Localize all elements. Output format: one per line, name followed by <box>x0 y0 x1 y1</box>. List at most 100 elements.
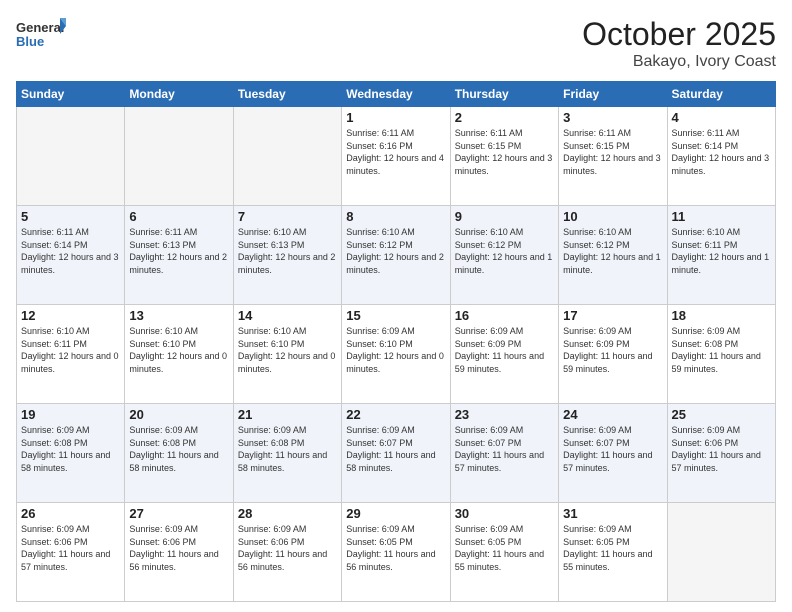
day-info: Sunrise: 6:10 AMSunset: 6:12 PMDaylight:… <box>563 226 662 276</box>
day-number: 26 <box>21 506 120 521</box>
day-number: 10 <box>563 209 662 224</box>
day-number: 29 <box>346 506 445 521</box>
calendar-cell: 8Sunrise: 6:10 AMSunset: 6:12 PMDaylight… <box>342 206 450 305</box>
calendar-cell: 24 Sunrise: 6:09 AMSunset: 6:07 PMDayligh… <box>559 404 667 503</box>
day-number: 27 <box>129 506 228 521</box>
calendar-cell: 22Sunrise: 6:09 AMSunset: 6:07 PMDayligh… <box>342 404 450 503</box>
day-info: Sunrise: 6:10 AMSunset: 6:12 PMDaylight:… <box>346 226 445 276</box>
day-number: 24 <box>563 407 662 422</box>
day-number: 15 <box>346 308 445 323</box>
calendar-week-row: 26 Sunrise: 6:09 AMSunset: 6:06 PMDayligh… <box>17 503 776 602</box>
day-info: Sunrise: 6:11 AMSunset: 6:15 PMDaylight:… <box>455 127 554 177</box>
calendar-cell <box>17 107 125 206</box>
day-number: 5 <box>21 209 120 224</box>
calendar-cell: 20 Sunrise: 6:09 AMSunset: 6:08 PMDayligh… <box>125 404 233 503</box>
day-number: 14 <box>238 308 337 323</box>
calendar-cell: 9 Sunrise: 6:10 AMSunset: 6:12 PMDaylight… <box>450 206 558 305</box>
day-info: Sunrise: 6:09 AMSunset: 6:08 PMDaylight:… <box>672 325 771 375</box>
day-number: 22 <box>346 407 445 422</box>
day-number: 30 <box>455 506 554 521</box>
calendar-cell: 28 Sunrise: 6:09 AMSunset: 6:06 PMDayligh… <box>233 503 341 602</box>
calendar-week-row: 5 Sunrise: 6:11 AMSunset: 6:14 PMDaylight… <box>17 206 776 305</box>
calendar-cell: 30 Sunrise: 6:09 AMSunset: 6:05 PMDayligh… <box>450 503 558 602</box>
weekday-header-wednesday: Wednesday <box>342 82 450 107</box>
day-number: 28 <box>238 506 337 521</box>
day-info: Sunrise: 6:09 AMSunset: 6:06 PMDaylight:… <box>672 424 771 474</box>
day-info: Sunrise: 6:09 AMSunset: 6:06 PMDaylight:… <box>21 523 120 573</box>
day-number: 20 <box>129 407 228 422</box>
day-number: 13 <box>129 308 228 323</box>
day-number: 21 <box>238 407 337 422</box>
calendar-cell: 2Sunrise: 6:11 AMSunset: 6:15 PMDaylight… <box>450 107 558 206</box>
day-info: Sunrise: 6:09 AMSunset: 6:08 PMDaylight:… <box>129 424 228 474</box>
calendar-cell <box>667 503 775 602</box>
weekday-header-sunday: Sunday <box>17 82 125 107</box>
day-number: 4 <box>672 110 771 125</box>
day-number: 23 <box>455 407 554 422</box>
day-info: Sunrise: 6:09 AMSunset: 6:05 PMDaylight:… <box>346 523 445 573</box>
calendar-cell: 5 Sunrise: 6:11 AMSunset: 6:14 PMDaylight… <box>17 206 125 305</box>
svg-text:General: General <box>16 20 64 35</box>
day-info: Sunrise: 6:10 AMSunset: 6:11 PMDaylight:… <box>672 226 771 276</box>
day-info: Sunrise: 6:09 AMSunset: 6:08 PMDaylight:… <box>238 424 337 474</box>
weekday-header-saturday: Saturday <box>667 82 775 107</box>
day-number: 17 <box>563 308 662 323</box>
calendar-cell: 3Sunrise: 6:11 AMSunset: 6:15 PMDaylight… <box>559 107 667 206</box>
day-info: Sunrise: 6:09 AMSunset: 6:10 PMDaylight:… <box>346 325 445 375</box>
calendar-cell <box>125 107 233 206</box>
day-info: Sunrise: 6:11 AMSunset: 6:14 PMDaylight:… <box>21 226 120 276</box>
day-info: Sunrise: 6:09 AMSunset: 6:07 PMDaylight:… <box>563 424 662 474</box>
day-info: Sunrise: 6:10 AMSunset: 6:10 PMDaylight:… <box>238 325 337 375</box>
weekday-header-row: SundayMondayTuesdayWednesdayThursdayFrid… <box>17 82 776 107</box>
calendar-week-row: 1Sunrise: 6:11 AMSunset: 6:16 PMDaylight… <box>17 107 776 206</box>
calendar-cell: 4Sunrise: 6:11 AMSunset: 6:14 PMDaylight… <box>667 107 775 206</box>
page-title: October 2025 <box>582 16 776 53</box>
calendar-table: SundayMondayTuesdayWednesdayThursdayFrid… <box>16 81 776 602</box>
calendar-cell: 12 Sunrise: 6:10 AMSunset: 6:11 PMDayligh… <box>17 305 125 404</box>
day-info: Sunrise: 6:10 AMSunset: 6:13 PMDaylight:… <box>238 226 337 276</box>
calendar-cell: 1Sunrise: 6:11 AMSunset: 6:16 PMDaylight… <box>342 107 450 206</box>
calendar-week-row: 19 Sunrise: 6:09 AMSunset: 6:08 PMDayligh… <box>17 404 776 503</box>
day-number: 31 <box>563 506 662 521</box>
svg-text:Blue: Blue <box>16 34 44 49</box>
weekday-header-monday: Monday <box>125 82 233 107</box>
day-info: Sunrise: 6:09 AMSunset: 6:05 PMDaylight:… <box>455 523 554 573</box>
day-number: 6 <box>129 209 228 224</box>
day-info: Sunrise: 6:09 AMSunset: 6:05 PMDaylight:… <box>563 523 662 573</box>
day-info: Sunrise: 6:09 AMSunset: 6:09 PMDaylight:… <box>563 325 662 375</box>
day-info: Sunrise: 6:09 AMSunset: 6:07 PMDaylight:… <box>455 424 554 474</box>
weekday-header-friday: Friday <box>559 82 667 107</box>
calendar-cell: 7 Sunrise: 6:10 AMSunset: 6:13 PMDaylight… <box>233 206 341 305</box>
calendar-cell: 21 Sunrise: 6:09 AMSunset: 6:08 PMDayligh… <box>233 404 341 503</box>
day-number: 11 <box>672 209 771 224</box>
weekday-header-tuesday: Tuesday <box>233 82 341 107</box>
day-info: Sunrise: 6:10 AMSunset: 6:10 PMDaylight:… <box>129 325 228 375</box>
calendar-cell: 23 Sunrise: 6:09 AMSunset: 6:07 PMDayligh… <box>450 404 558 503</box>
page-subtitle: Bakayo, Ivory Coast <box>582 53 776 71</box>
logo: General Blue <box>16 16 66 56</box>
day-info: Sunrise: 6:10 AMSunset: 6:12 PMDaylight:… <box>455 226 554 276</box>
day-number: 9 <box>455 209 554 224</box>
calendar-cell: 26 Sunrise: 6:09 AMSunset: 6:06 PMDayligh… <box>17 503 125 602</box>
calendar-cell: 18Sunrise: 6:09 AMSunset: 6:08 PMDayligh… <box>667 305 775 404</box>
day-info: Sunrise: 6:09 AMSunset: 6:09 PMDaylight:… <box>455 325 554 375</box>
day-info: Sunrise: 6:09 AMSunset: 6:06 PMDaylight:… <box>238 523 337 573</box>
calendar-cell: 11 Sunrise: 6:10 AMSunset: 6:11 PMDayligh… <box>667 206 775 305</box>
calendar-cell: 27Sunrise: 6:09 AMSunset: 6:06 PMDayligh… <box>125 503 233 602</box>
calendar-cell: 19Sunrise: 6:09 AMSunset: 6:08 PMDayligh… <box>17 404 125 503</box>
calendar-week-row: 12 Sunrise: 6:10 AMSunset: 6:11 PMDayligh… <box>17 305 776 404</box>
calendar-cell: 25 Sunrise: 6:09 AMSunset: 6:06 PMDayligh… <box>667 404 775 503</box>
day-number: 16 <box>455 308 554 323</box>
day-info: Sunrise: 6:10 AMSunset: 6:11 PMDaylight:… <box>21 325 120 375</box>
day-number: 25 <box>672 407 771 422</box>
day-number: 19 <box>21 407 120 422</box>
calendar-cell: 17 Sunrise: 6:09 AMSunset: 6:09 PMDayligh… <box>559 305 667 404</box>
day-info: Sunrise: 6:11 AMSunset: 6:13 PMDaylight:… <box>129 226 228 276</box>
day-number: 12 <box>21 308 120 323</box>
calendar-cell: 15 Sunrise: 6:09 AMSunset: 6:10 PMDayligh… <box>342 305 450 404</box>
weekday-header-thursday: Thursday <box>450 82 558 107</box>
header: General Blue October 2025 Bakayo, Ivory … <box>16 16 776 71</box>
day-number: 7 <box>238 209 337 224</box>
calendar-cell: 13 Sunrise: 6:10 AMSunset: 6:10 PMDayligh… <box>125 305 233 404</box>
day-info: Sunrise: 6:11 AMSunset: 6:16 PMDaylight:… <box>346 127 445 177</box>
